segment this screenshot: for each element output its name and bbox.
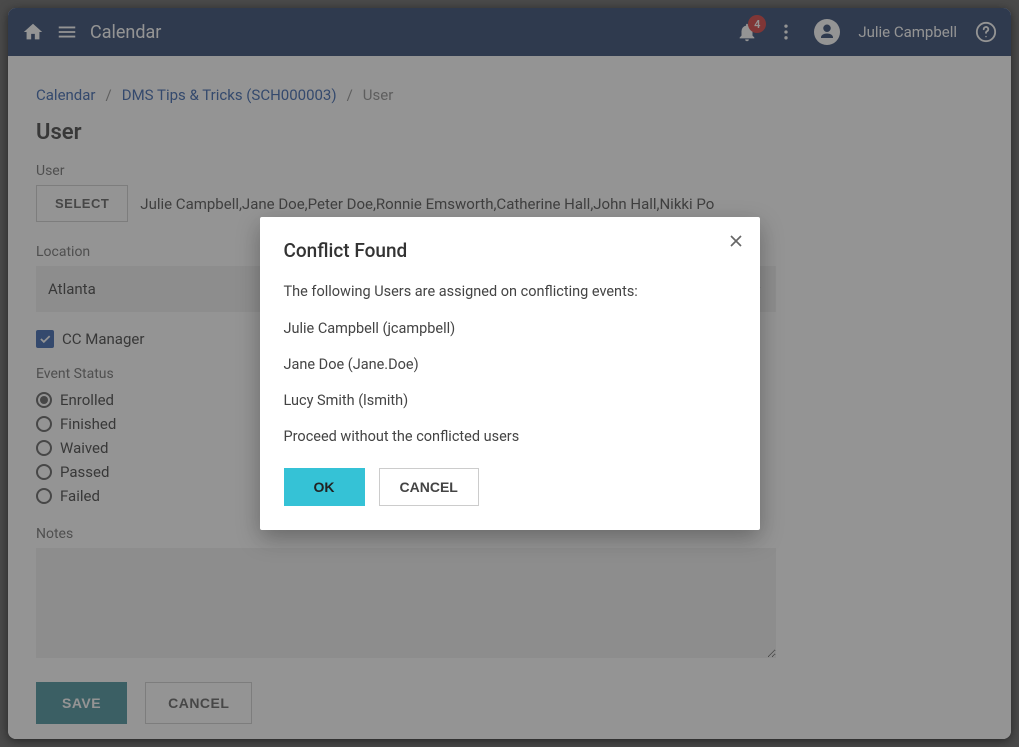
- selected-users-text: Julie Campbell,Jane Doe,Peter Doe,Ronnie…: [140, 195, 714, 213]
- breadcrumb: Calendar / DMS Tips & Tricks (SCH000003)…: [36, 86, 983, 104]
- conflict-user-1: Julie Campbell (jcampbell): [284, 319, 736, 339]
- dialog-proceed-text: Proceed without the conflicted users: [284, 427, 736, 447]
- cc-manager-label: CC Manager: [62, 330, 144, 348]
- notification-badge: 4: [748, 15, 766, 33]
- cancel-button[interactable]: CANCEL: [145, 682, 252, 724]
- dialog-ok-button[interactable]: OK: [284, 468, 365, 506]
- save-button[interactable]: SAVE: [36, 682, 127, 724]
- conflict-dialog: Conflict Found The following Users are a…: [260, 217, 760, 529]
- close-icon[interactable]: [726, 231, 746, 255]
- app-title: Calendar: [90, 22, 161, 43]
- breadcrumb-current: User: [363, 86, 394, 104]
- page-title: User: [36, 120, 983, 145]
- username[interactable]: Julie Campbell: [858, 23, 957, 41]
- location-value: Atlanta: [48, 280, 96, 298]
- breadcrumb-link-calendar[interactable]: Calendar: [36, 86, 96, 104]
- dialog-cancel-button[interactable]: CANCEL: [379, 468, 479, 506]
- dialog-title: Conflict Found: [284, 239, 736, 262]
- conflict-user-2: Jane Doe (Jane.Doe): [284, 355, 736, 375]
- breadcrumb-link-schedule[interactable]: DMS Tips & Tricks (SCH000003): [122, 86, 337, 104]
- home-icon[interactable]: [22, 21, 44, 43]
- kebab-menu-icon[interactable]: [776, 22, 796, 42]
- select-users-button[interactable]: SELECT: [36, 185, 128, 222]
- notes-textarea[interactable]: [36, 548, 776, 658]
- notifications-button[interactable]: 4: [736, 21, 758, 43]
- conflict-user-3: Lucy Smith (lsmith): [284, 391, 736, 411]
- user-field-label: User: [36, 163, 983, 179]
- help-icon[interactable]: [975, 21, 997, 43]
- checkbox-checked-icon: [36, 330, 54, 348]
- topbar: Calendar 4 Julie Campbell: [8, 8, 1011, 56]
- dialog-intro: The following Users are assigned on conf…: [284, 282, 736, 302]
- avatar[interactable]: [814, 19, 840, 45]
- menu-icon[interactable]: [56, 21, 78, 43]
